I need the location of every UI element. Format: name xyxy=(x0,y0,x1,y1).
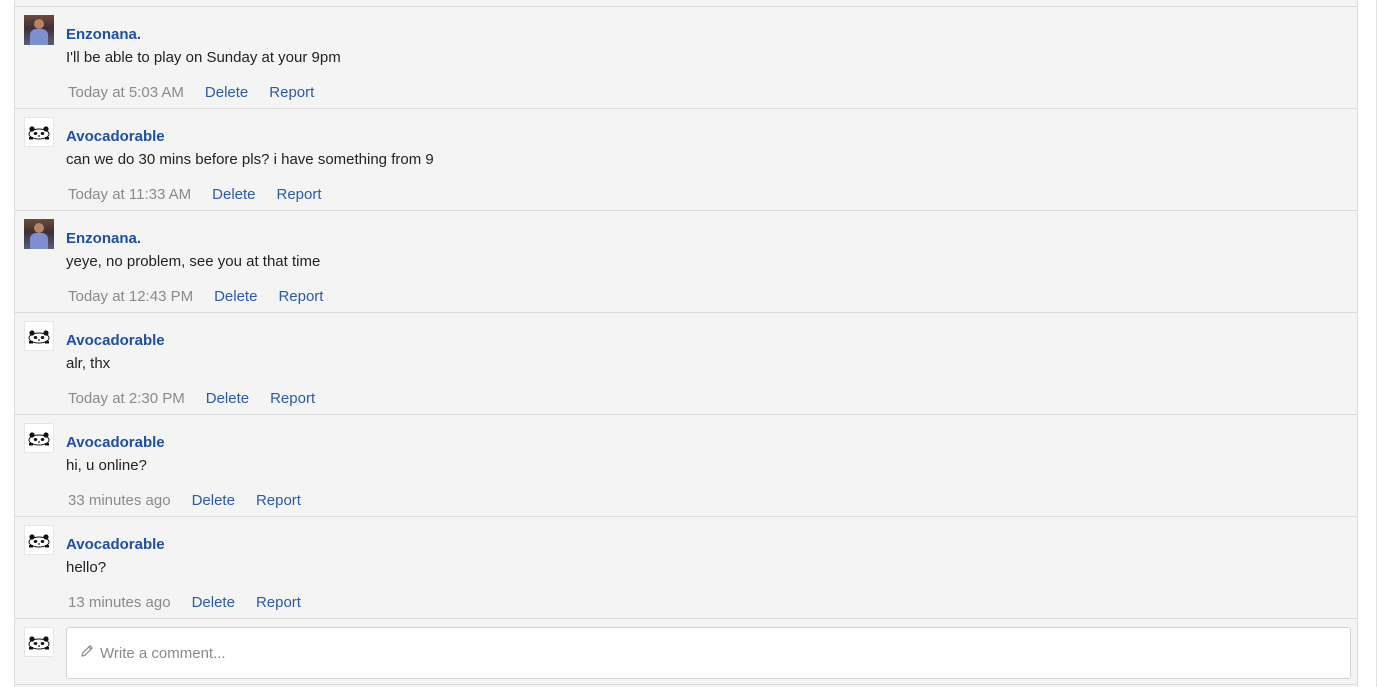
comment-thread: Enzonana. I'll be able to play on Sunday… xyxy=(14,0,1358,687)
panda-avatar[interactable] xyxy=(24,525,54,555)
comment-item: Enzonana. I'll be able to play on Sunday… xyxy=(15,7,1357,109)
comment-author[interactable]: Enzonana. xyxy=(66,230,141,247)
comment-item: Avocadorable hello? 13 minutes ago Delet… xyxy=(15,517,1357,619)
comment-meta: Today at 2:30 PM Delete Report xyxy=(68,390,336,407)
comment-timestamp: Today at 12:43 PM xyxy=(68,288,194,305)
delete-link[interactable]: Delete xyxy=(212,186,255,203)
comment-text: can we do 30 mins before pls? i have som… xyxy=(66,151,434,168)
report-link[interactable]: Report xyxy=(270,390,315,407)
pencil-icon xyxy=(79,643,95,664)
comment-meta: Today at 11:33 AM Delete Report xyxy=(68,186,343,203)
comment-item: Avocadorable can we do 30 mins before pl… xyxy=(15,109,1357,211)
comment-meta: Today at 12:43 PM Delete Report xyxy=(68,288,344,305)
photo-avatar[interactable] xyxy=(24,219,54,249)
comment-item: Avocadorable alr, thx Today at 2:30 PM D… xyxy=(15,313,1357,415)
delete-link[interactable]: Delete xyxy=(192,492,235,509)
delete-link[interactable]: Delete xyxy=(192,594,235,611)
report-link[interactable]: Report xyxy=(278,288,323,305)
panda-avatar[interactable] xyxy=(24,321,54,351)
comment-text: yeye, no problem, see you at that time xyxy=(66,253,321,270)
report-link[interactable]: Report xyxy=(277,186,322,203)
comment-item: Avocadorable hi, u online? 33 minutes ag… xyxy=(15,415,1357,517)
photo-avatar[interactable] xyxy=(24,15,54,45)
report-link[interactable]: Report xyxy=(256,492,301,509)
panda-avatar[interactable] xyxy=(24,117,54,147)
comment-timestamp: Today at 11:33 AM xyxy=(68,186,192,203)
comment-text: alr, thx xyxy=(66,355,111,372)
comment-timestamp: Today at 5:03 AM xyxy=(68,84,184,101)
comment-author[interactable]: Avocadorable xyxy=(66,434,165,451)
delete-link[interactable]: Delete xyxy=(206,390,249,407)
comment-item: Enzonana. yeye, no problem, see you at t… xyxy=(15,211,1357,313)
delete-link[interactable]: Delete xyxy=(214,288,257,305)
comment-author[interactable]: Avocadorable xyxy=(66,332,165,349)
comment-meta: 13 minutes ago Delete Report xyxy=(68,594,322,611)
report-link[interactable]: Report xyxy=(256,594,301,611)
comment-timestamp: Today at 2:30 PM xyxy=(68,390,185,407)
comment-input-placeholder: Write a comment... xyxy=(100,644,226,662)
comment-author[interactable]: Enzonana. xyxy=(66,26,141,43)
comment-text: hi, u online? xyxy=(66,457,147,474)
comment-author[interactable]: Avocadorable xyxy=(66,128,165,145)
comment-input[interactable]: Write a comment... xyxy=(66,627,1351,679)
comment-meta: 33 minutes ago Delete Report xyxy=(68,492,322,509)
comment-text: hello? xyxy=(66,559,107,576)
panda-avatar xyxy=(24,627,54,657)
delete-link[interactable]: Delete xyxy=(205,84,248,101)
comment-author[interactable]: Avocadorable xyxy=(66,536,165,553)
report-link[interactable]: Report xyxy=(269,84,314,101)
thread-top-divider xyxy=(15,0,1357,7)
comment-timestamp: 33 minutes ago xyxy=(68,492,171,509)
comment-text: I'll be able to play on Sunday at your 9… xyxy=(66,49,341,66)
comment-timestamp: 13 minutes ago xyxy=(68,594,171,611)
comment-compose: Write a comment... xyxy=(15,619,1357,685)
comment-meta: Today at 5:03 AM Delete Report xyxy=(68,84,335,101)
panda-avatar[interactable] xyxy=(24,423,54,453)
